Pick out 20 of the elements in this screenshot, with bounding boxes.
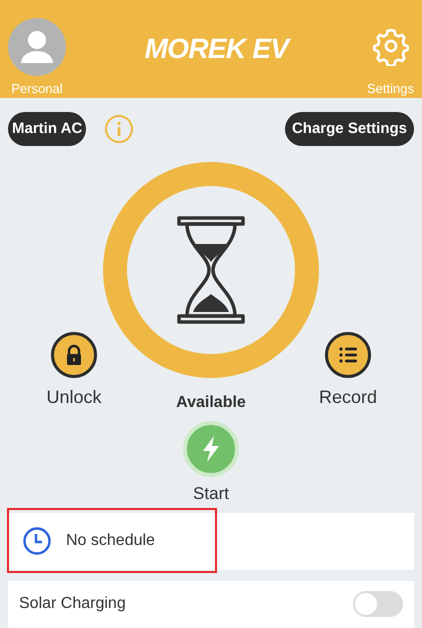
- unlock-button[interactable]: [51, 332, 97, 378]
- schedule-text: No schedule: [66, 531, 155, 551]
- logo: MOREK EV: [144, 28, 288, 70]
- action-label: Unlock: [46, 386, 102, 409]
- charger-name-button[interactable]: Martin AC: [8, 112, 86, 146]
- status-text: Available: [176, 393, 246, 413]
- charge-settings-button[interactable]: Charge Settings: [284, 112, 414, 146]
- start-label: Start: [193, 483, 229, 505]
- lightning-icon: [200, 435, 222, 463]
- record-button[interactable]: [325, 332, 371, 378]
- info-icon[interactable]: [104, 114, 134, 144]
- schedule-card[interactable]: No schedule: [8, 512, 414, 570]
- settings-icon[interactable]: [370, 26, 410, 66]
- solar-charging-toggle[interactable]: [353, 591, 403, 618]
- solar-charging-label: Solar Charging: [19, 594, 126, 614]
- personal-label: Personal: [11, 80, 63, 98]
- clock-icon: [22, 526, 52, 556]
- settings-label: Settings: [367, 80, 414, 98]
- avatar-icon[interactable]: [8, 18, 66, 76]
- action-label: Record: [318, 386, 378, 409]
